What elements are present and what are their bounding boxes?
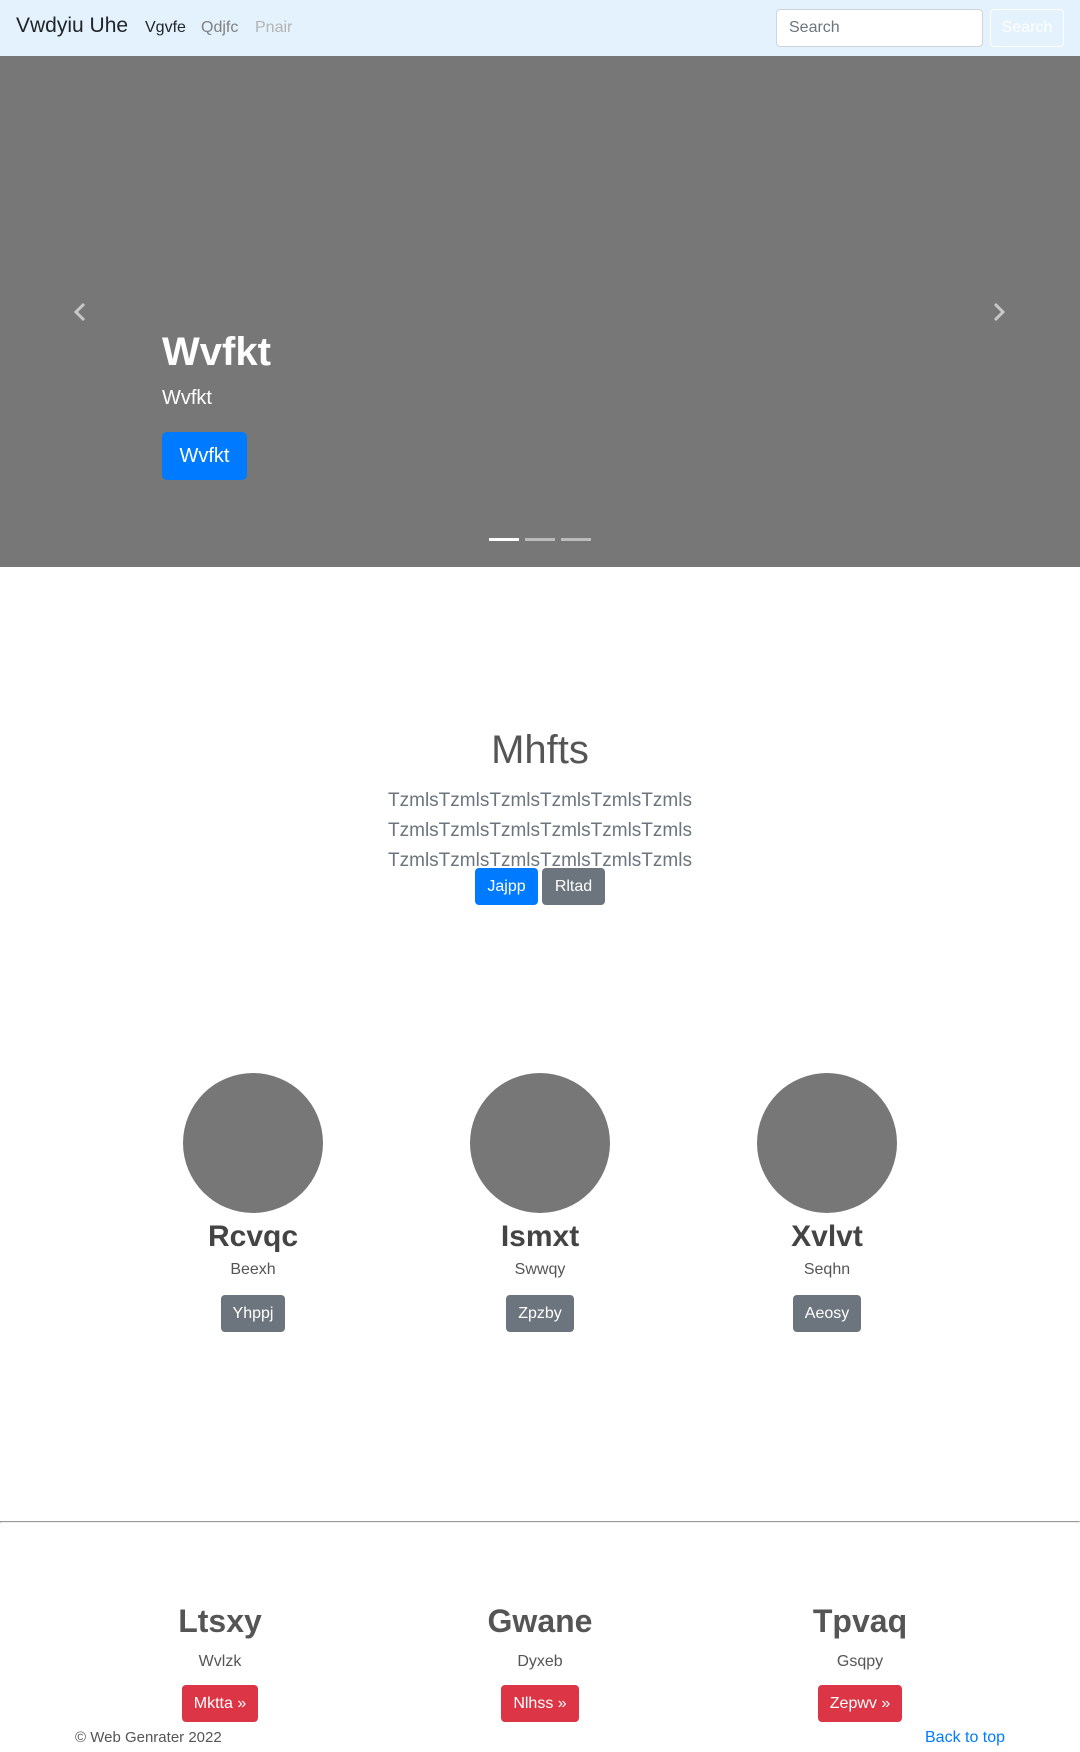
feature-image-placeholder (757, 1073, 897, 1213)
intro-lead: TzmlsTzmlsTzmlsTzmlsTzmlsTzmls TzmlsTzml… (388, 790, 692, 871)
chevron-left-icon (71, 302, 91, 322)
section-divider (0, 1521, 1080, 1523)
carousel-prev-control[interactable] (71, 302, 91, 322)
carousel-indicator-3[interactable] (561, 538, 591, 541)
carousel-subtitle: Wvfkt (162, 387, 212, 409)
intro-title: Mhfts (491, 728, 589, 772)
feature-column: Rcvqc Beexh Yhppj (103, 1073, 403, 1332)
footer-column: Gwane Dyxeb Nlhss » (390, 1601, 690, 1722)
nav-link-pnair[interactable]: Pnair (255, 19, 292, 37)
feature-text: Swwqy (514, 1261, 566, 1278)
intro-secondary-button[interactable]: Rltad (542, 868, 605, 905)
footer-column-title: Tpvaq (812, 1603, 908, 1639)
nav-link-vgvfe[interactable]: Vgvfe (145, 19, 186, 37)
carousel-indicator-1[interactable] (489, 538, 519, 541)
search-button[interactable]: Search (990, 9, 1064, 47)
feature-column: Xvlvt Seqhn Aeosy (677, 1073, 977, 1332)
navbar-brand[interactable]: Vwdyiu Uhe (16, 14, 128, 38)
intro-primary-button[interactable]: Jajpp (475, 868, 538, 905)
footer-column-text: Gsqpy (836, 1653, 884, 1670)
footer-column: Ltsxy Wvlzk Mktta » (70, 1601, 370, 1722)
feature-text: Seqhn (803, 1261, 851, 1278)
feature-button[interactable]: Aeosy (792, 1295, 862, 1332)
footer-column-text: Wvlzk (198, 1653, 242, 1670)
feature-title: Xvlvt (791, 1220, 863, 1253)
carousel-title: Wvfkt (162, 330, 271, 374)
footer-column-text: Dyxeb (517, 1653, 563, 1670)
feature-title: Rcvqc (207, 1220, 299, 1253)
back-to-top-link[interactable]: Back to top (925, 1729, 1005, 1747)
feature-image-placeholder (470, 1073, 610, 1213)
footer-column-button[interactable]: Mktta » (181, 1685, 259, 1722)
footer-column-button[interactable]: Zepwv » (817, 1685, 903, 1722)
footer-column-title: Gwane (487, 1603, 593, 1639)
feature-button[interactable]: Zpzby (506, 1295, 574, 1332)
search-input[interactable] (776, 9, 983, 47)
footer-column: Tpvaq Gsqpy Zepwv » (710, 1601, 1010, 1722)
nav-link-qdjfc[interactable]: Qdjfc (201, 19, 238, 37)
chevron-right-icon (988, 302, 1008, 322)
footer-column-button[interactable]: Nlhss » (501, 1685, 579, 1722)
feature-column: Ismxt Swwqy Zpzby (390, 1073, 690, 1332)
navbar: Vwdyiu Uhe Vgvfe Qdjfc Pnair Search (0, 0, 1080, 56)
carousel: Wvfkt Wvfkt Wvfkt (0, 56, 1080, 567)
feature-title: Ismxt (500, 1220, 580, 1253)
feature-image-placeholder (183, 1073, 323, 1213)
copyright-text: © Web Genrater 2022 (75, 1729, 222, 1746)
feature-button[interactable]: Yhppj (220, 1295, 286, 1332)
carousel-next-control[interactable] (988, 302, 1008, 322)
feature-text: Beexh (230, 1261, 276, 1278)
carousel-indicator-2[interactable] (525, 538, 555, 541)
footer-column-title: Ltsxy (178, 1603, 262, 1639)
carousel-cta-button[interactable]: Wvfkt (162, 432, 247, 480)
